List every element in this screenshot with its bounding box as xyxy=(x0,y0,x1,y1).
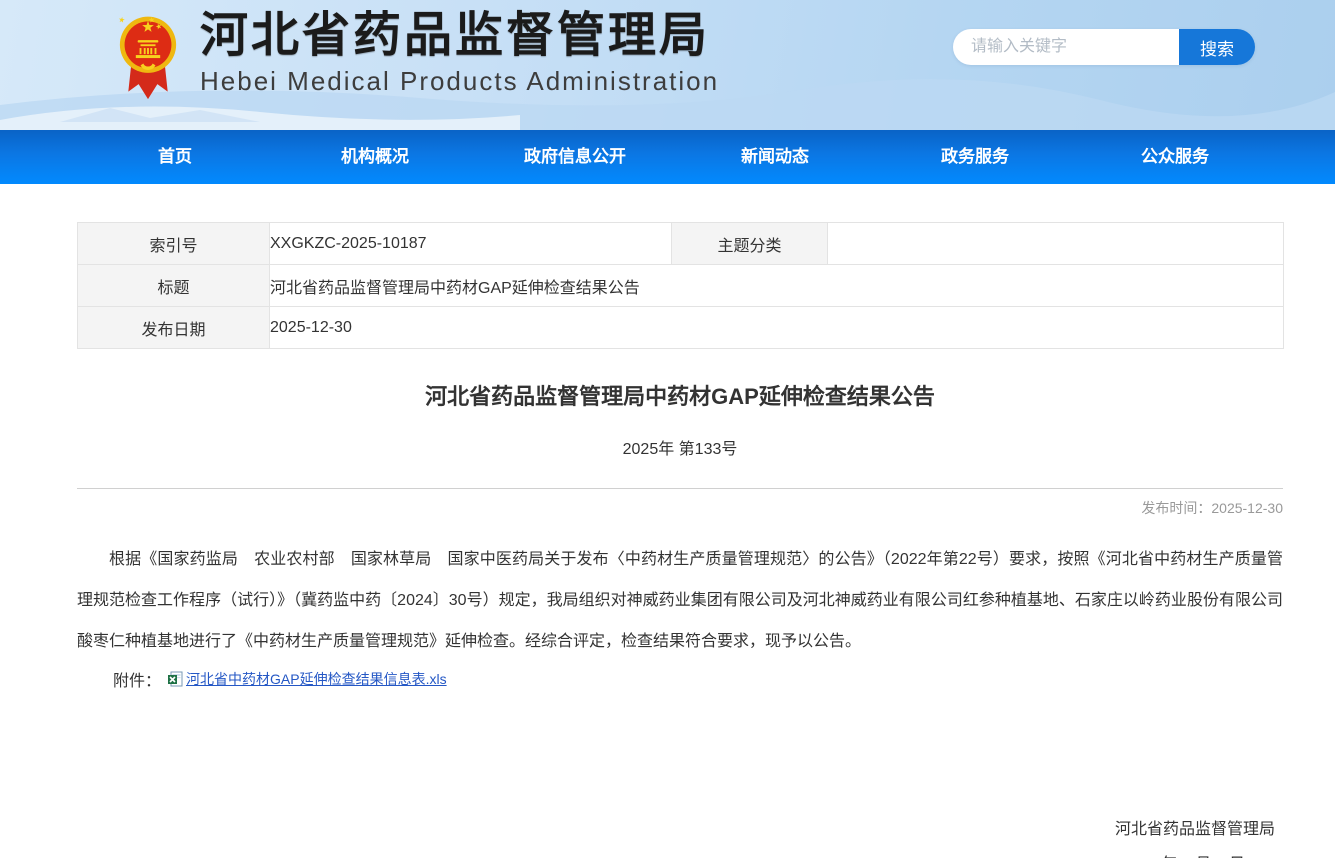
info-value-topic-category xyxy=(828,223,1284,265)
nav-item-home[interactable]: 首页 xyxy=(75,130,275,184)
info-value-publish-date: 2025-12-30 xyxy=(270,307,1284,349)
signature-date: 2025年12月30日 xyxy=(77,854,1283,858)
issue-number: 2025年 第133号 xyxy=(77,435,1283,459)
attachment-link[interactable]: 河北省中药材GAP延伸检查结果信息表.xls xyxy=(186,669,447,689)
info-label-publish-date: 发布日期 xyxy=(78,307,270,349)
search-input[interactable] xyxy=(953,29,1179,65)
excel-file-icon[interactable] xyxy=(167,671,183,687)
signature-block: 河北省药品监督管理局 2025年12月30日 xyxy=(77,819,1283,858)
publish-time: 发布时间：2025-12-30 xyxy=(77,498,1283,518)
info-label-title: 标题 xyxy=(78,265,270,307)
site-title-chinese: 河北省药品监督管理局 xyxy=(200,8,719,64)
nav-item-organization[interactable]: 机构概况 xyxy=(275,130,475,184)
site-title-english: Hebei Medical Products Administration xyxy=(200,66,719,96)
article-content: 索引号 XXGKZC-2025-10187 主题分类 标题 河北省药品监督管理局… xyxy=(77,222,1283,858)
site-title: 河北省药品监督管理局 Hebei Medical Products Admini… xyxy=(200,8,719,96)
nav-item-news[interactable]: 新闻动态 xyxy=(675,130,875,184)
nav-item-gov-info[interactable]: 政府信息公开 xyxy=(475,130,675,184)
attachment-label: 附件： xyxy=(113,667,161,691)
page-title: 河北省药品监督管理局中药材GAP延伸检查结果公告 xyxy=(77,379,1283,411)
info-value-title: 河北省药品监督管理局中药材GAP延伸检查结果公告 xyxy=(270,265,1284,307)
divider xyxy=(77,488,1283,489)
document-info-table: 索引号 XXGKZC-2025-10187 主题分类 标题 河北省药品监督管理局… xyxy=(77,222,1284,349)
table-row: 发布日期 2025-12-30 xyxy=(78,307,1284,349)
nav-items-container: 首页 机构概况 政府信息公开 新闻动态 政务服务 公众服务 xyxy=(75,130,1275,184)
article-body: 根据《国家药监局 农业农村部 国家林草局 国家中医药局关于发布〈中药材生产质量管… xyxy=(77,539,1283,662)
table-row: 标题 河北省药品监督管理局中药材GAP延伸检查结果公告 xyxy=(78,265,1284,307)
table-row: 索引号 XXGKZC-2025-10187 主题分类 xyxy=(78,223,1284,265)
main-navigation: 首页 机构概况 政府信息公开 新闻动态 政务服务 公众服务 xyxy=(0,130,1335,184)
site-header: 河北省药品监督管理局 Hebei Medical Products Admini… xyxy=(0,0,1335,130)
info-label-topic-category: 主题分类 xyxy=(672,223,828,265)
nav-item-public-services[interactable]: 公众服务 xyxy=(1075,130,1275,184)
nav-item-gov-services[interactable]: 政务服务 xyxy=(875,130,1075,184)
search-button[interactable]: 搜索 xyxy=(1179,29,1255,65)
info-label-index-number: 索引号 xyxy=(78,223,270,265)
page: 河北省药品监督管理局 Hebei Medical Products Admini… xyxy=(0,0,1335,858)
info-value-index-number: XXGKZC-2025-10187 xyxy=(270,223,672,265)
signature-agency: 河北省药品监督管理局 xyxy=(77,819,1283,841)
search-bar: 搜索 xyxy=(953,29,1255,65)
attachment-row: 附件： 河北省中药材GAP延伸检查结果信息表.xls xyxy=(77,667,1283,691)
national-emblem-logo[interactable] xyxy=(118,8,178,104)
